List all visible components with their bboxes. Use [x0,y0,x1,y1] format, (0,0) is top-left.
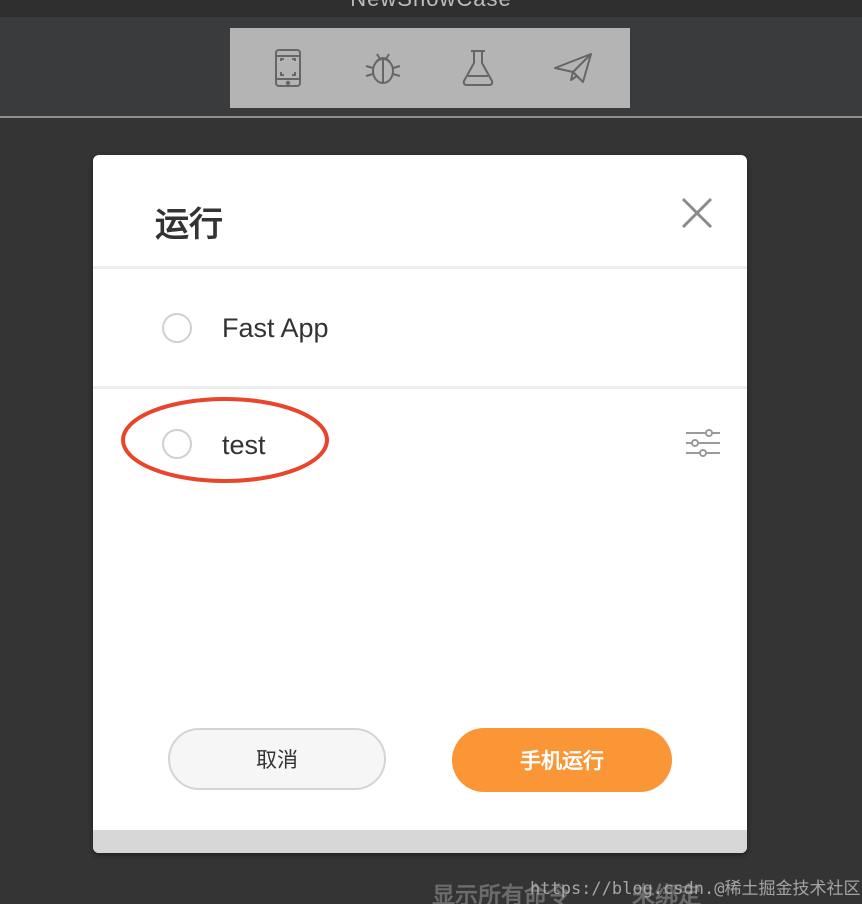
bug-icon [365,53,400,84]
close-icon [681,197,713,229]
phone-run-button[interactable] [258,38,318,98]
debug-button[interactable] [353,38,413,98]
app-header: NewShowCase [0,0,862,118]
cancel-button[interactable]: 取消 [168,728,386,790]
option-fast-app[interactable]: Fast App [93,269,747,389]
option-label: test [222,430,266,460]
dialog-footer-bar [93,830,747,853]
option-label: Fast App [222,313,329,343]
toolbar [230,28,630,108]
paper-plane-icon [553,53,592,83]
test-button[interactable] [448,38,508,98]
app-title: NewShowCase [0,0,862,12]
option-test[interactable]: test [93,389,747,499]
radio-fast-app[interactable] [162,313,192,343]
watermark: https://blog.csdn.@稀土掘金技术社区 [530,879,861,899]
radio-test[interactable] [162,429,192,459]
close-button[interactable] [677,193,717,233]
dialog-title: 运行 [155,205,223,245]
sliders-icon [686,429,720,457]
flask-icon [462,50,493,86]
option-settings-button[interactable] [683,423,723,463]
publish-button[interactable] [543,38,603,98]
screen: NewShowCase [0,0,862,904]
run-dialog: 运行 Fast App test 取消 手机运行 [93,155,747,853]
phone-scan-icon [274,49,301,87]
run-on-phone-button[interactable]: 手机运行 [452,728,672,792]
dialog-header: 运行 [93,155,747,269]
